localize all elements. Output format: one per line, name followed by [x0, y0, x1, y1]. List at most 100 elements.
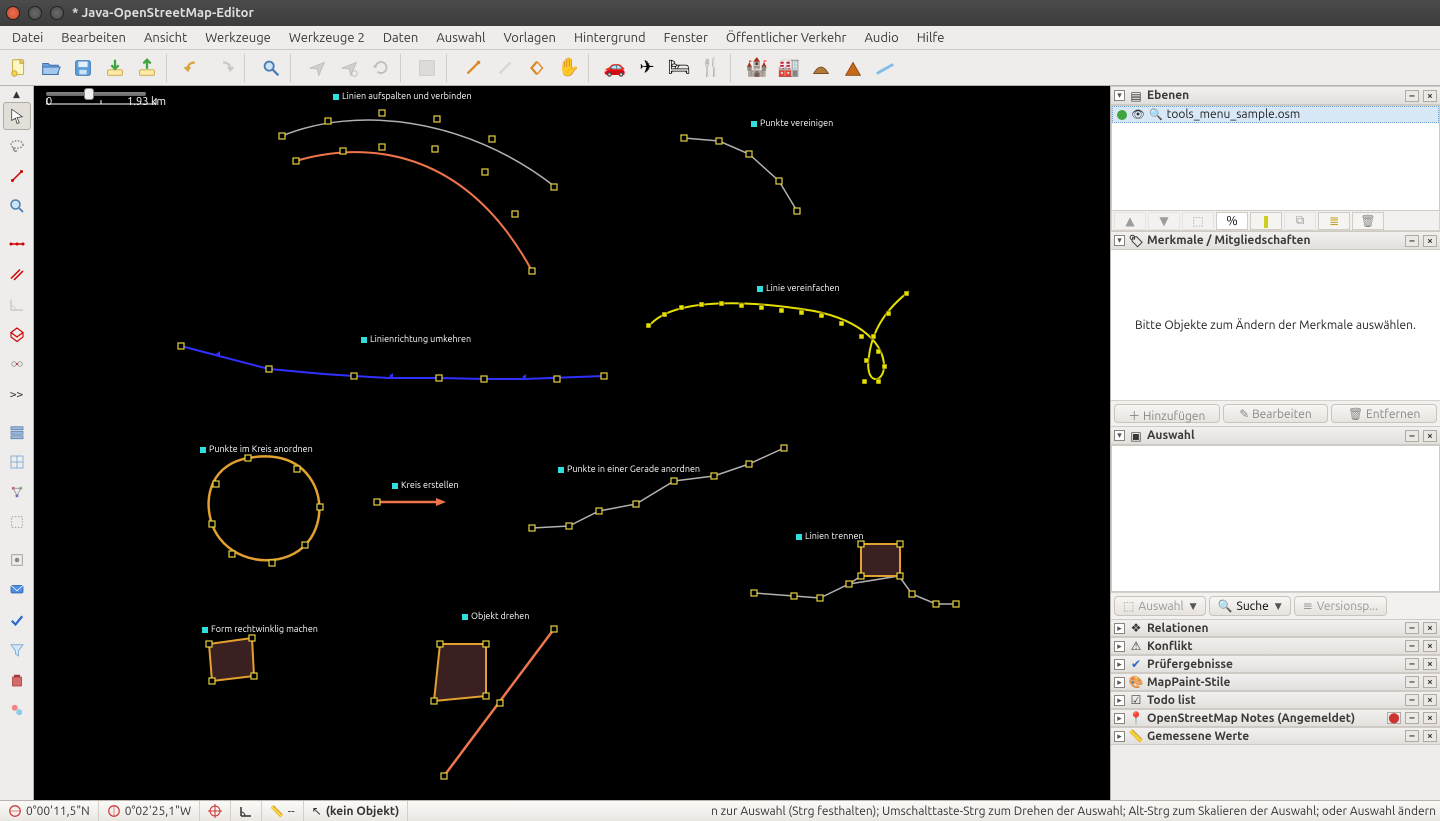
collapse-icon[interactable]: ▾ — [1114, 235, 1125, 246]
layer-delete-button[interactable]: 🗑 — [1352, 212, 1384, 230]
preset-bed-button[interactable]: 🛏 — [664, 53, 694, 83]
tool-revert-button[interactable] — [522, 53, 552, 83]
preset-peak-button[interactable] — [838, 53, 868, 83]
panel-header-mappaint[interactable]: ▸🎨MapPaint-Stile–× — [1111, 673, 1440, 691]
selection-search-button[interactable]: 🔍Suche▼ — [1209, 596, 1291, 616]
zoom-tool[interactable] — [3, 192, 31, 220]
panel-header-todo[interactable]: ▸☑Todo list–× — [1111, 691, 1440, 709]
upload-osm-button[interactable] — [132, 53, 162, 83]
preset-shelter-button[interactable] — [806, 53, 836, 83]
panel-close-button[interactable]: × — [1423, 235, 1437, 247]
left-toolbar-scroller[interactable]: ▲ — [13, 89, 20, 100]
menu-audio[interactable]: Audio — [856, 29, 906, 47]
toggle-validator-panel[interactable] — [3, 606, 31, 634]
toggle-tagging-presets[interactable] — [3, 448, 31, 476]
panel-close-button[interactable]: × — [1423, 90, 1437, 102]
gps-center-button[interactable] — [302, 53, 332, 83]
lasso-tool[interactable] — [3, 132, 31, 160]
menu-fenster[interactable]: Fenster — [656, 29, 716, 47]
download-osm-button[interactable] — [100, 53, 130, 83]
menu-ansicht[interactable]: Ansicht — [136, 29, 195, 47]
eye-icon[interactable]: 👁 — [1131, 108, 1145, 121]
gps-autocenter-button[interactable] — [334, 53, 364, 83]
save-button[interactable] — [68, 53, 98, 83]
background-toggle-button[interactable] — [412, 53, 442, 83]
panel-close-button[interactable]: × — [1423, 430, 1437, 442]
collapse-icon[interactable]: ▾ — [1114, 430, 1125, 441]
selection-panel-header[interactable]: ▾ ▣ Auswahl – × — [1111, 426, 1440, 445]
gps-refresh-button[interactable] — [366, 53, 396, 83]
toggle-layers-panel[interactable] — [3, 418, 31, 446]
layer-up-button[interactable]: ▲ — [1114, 212, 1146, 230]
select-tool[interactable] — [3, 102, 31, 130]
panel-minimize-button[interactable]: – — [1405, 430, 1419, 442]
toggle-filter-panel[interactable] — [3, 636, 31, 664]
props-add-button[interactable]: ＋ Hinzufügen — [1114, 404, 1220, 423]
tool-pan-button[interactable]: ✋ — [554, 53, 584, 83]
extrude-tool[interactable] — [3, 320, 31, 348]
collapse-icon[interactable]: ▾ — [1114, 90, 1125, 101]
layer-duplicate-button[interactable]: ⧉ — [1284, 212, 1316, 230]
panel-header-pruefergebnisse[interactable]: ▸✔Prüfergebnisse–× — [1111, 655, 1440, 673]
preset-castle-button[interactable]: 🏰 — [742, 53, 772, 83]
toggle-author-panel[interactable] — [3, 546, 31, 574]
toggle-changeset-panel[interactable] — [3, 666, 31, 694]
layer-merge-button[interactable]: ≣ — [1318, 212, 1350, 230]
panel-header-osm-notes[interactable]: ▸📍OpenStreetMap Notes (Angemeldet)⬤–× — [1111, 709, 1440, 727]
layer-activate-button[interactable]: ❚ — [1250, 212, 1282, 230]
menu-bearbeiten[interactable]: Bearbeiten — [53, 29, 134, 47]
menu-auswahl[interactable]: Auswahl — [428, 29, 493, 47]
layers-icon: ▤ — [1129, 89, 1143, 103]
selection-select-button[interactable]: ⬚Auswahl▼ — [1114, 596, 1206, 616]
props-edit-button[interactable]: ✎ Bearbeiten — [1223, 404, 1329, 423]
menu-hilfe[interactable]: Hilfe — [909, 29, 953, 47]
unglue-tool[interactable] — [3, 350, 31, 378]
angle-tool[interactable] — [3, 290, 31, 318]
parallel-tool[interactable] — [3, 260, 31, 288]
menu-hintergrund[interactable]: Hintergrund — [566, 29, 654, 47]
search-button[interactable] — [256, 53, 286, 83]
menu-daten[interactable]: Daten — [375, 29, 427, 47]
layer-down-button[interactable]: ▼ — [1148, 212, 1180, 230]
toggle-selection-panel[interactable] — [3, 508, 31, 536]
props-panel-header[interactable]: ▾ 🏷 Merkmale / Mitgliedschaften – × — [1111, 231, 1440, 250]
menu-oeff-verkehr[interactable]: Öffentlicher Verkehr — [718, 29, 855, 47]
preset-restaurant-button[interactable]: 🍴 — [696, 53, 726, 83]
draw-tool[interactable] — [3, 162, 31, 190]
new-layer-button[interactable] — [4, 53, 34, 83]
toggle-mappaint-panel[interactable] — [3, 696, 31, 724]
layer-zoom-icon[interactable]: 🔍 — [1149, 108, 1163, 121]
tool-utility1-button[interactable] — [458, 53, 488, 83]
preset-waterway-button[interactable] — [870, 53, 900, 83]
toggle-notes-panel[interactable] — [3, 576, 31, 604]
window-minimize-button[interactable] — [28, 6, 42, 20]
map-canvas[interactable]: 0 1.93 km Linien aufspalten und verbinde… — [34, 86, 1110, 800]
menu-datei[interactable]: Datei — [4, 29, 51, 47]
tool-utility2-button[interactable] — [490, 53, 520, 83]
menu-werkzeuge[interactable]: Werkzeuge — [197, 29, 279, 47]
preset-car-button[interactable]: 🚗 — [600, 53, 630, 83]
menu-vorlagen[interactable]: Vorlagen — [495, 29, 564, 47]
props-delete-button[interactable]: 🗑 Entfernen — [1331, 404, 1437, 423]
panel-header-relationen[interactable]: ▸❖Relationen–× — [1111, 619, 1440, 637]
window-maximize-button[interactable] — [50, 6, 64, 20]
panel-header-measured[interactable]: ▸📏Gemessene Werte–× — [1111, 727, 1440, 745]
preset-plane-button[interactable]: ✈ — [632, 53, 662, 83]
redo-button[interactable] — [210, 53, 240, 83]
panel-header-konflikt[interactable]: ▸⚠Konflikt–× — [1111, 637, 1440, 655]
window-close-button[interactable] — [6, 6, 20, 20]
toggle-relations-panel[interactable] — [3, 478, 31, 506]
terminal-tool[interactable]: >> — [3, 380, 31, 408]
preset-factory-button[interactable]: 🏭 — [774, 53, 804, 83]
menu-werkzeuge-2[interactable]: Werkzeuge 2 — [281, 29, 373, 47]
layer-row-active[interactable]: 👁 🔍 tools_menu_sample.osm — [1112, 106, 1439, 123]
layer-visibility-button[interactable]: ％ — [1216, 212, 1248, 230]
layer-toggle-button[interactable]: ⬚ — [1182, 212, 1214, 230]
undo-button[interactable] — [178, 53, 208, 83]
selection-history-button[interactable]: ≡Versionsp... — [1294, 596, 1387, 616]
layers-panel-header[interactable]: ▾ ▤ Ebenen – × — [1111, 86, 1440, 105]
improve-way-tool[interactable] — [3, 230, 31, 258]
panel-minimize-button[interactable]: – — [1405, 90, 1419, 102]
panel-minimize-button[interactable]: – — [1405, 235, 1419, 247]
open-file-button[interactable] — [36, 53, 66, 83]
